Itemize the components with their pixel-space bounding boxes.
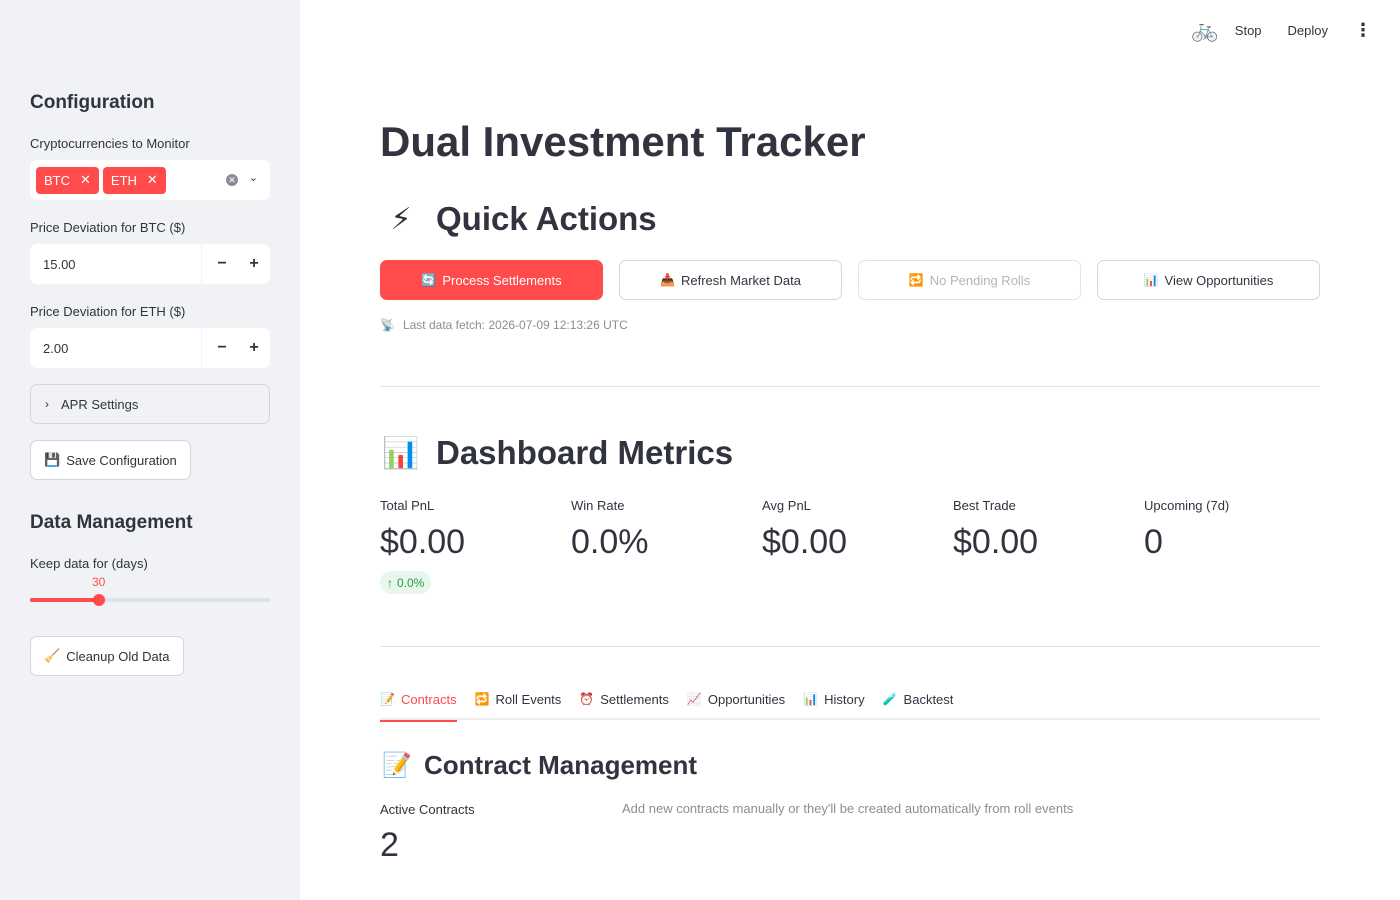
eth-deviation-value[interactable]: 2.00 (30, 341, 201, 356)
inbox-tray-icon: 📥 (660, 273, 675, 287)
metric-win-rate: Win Rate 0.0% (571, 498, 649, 561)
page-title: Dual Investment Tracker (380, 118, 866, 165)
configuration-heading: Configuration (30, 92, 155, 113)
eth-deviation-input: 2.00 − + (30, 328, 270, 368)
repeat-icon: 🔁 (474, 692, 490, 706)
no-pending-rolls-button[interactable]: 🔁 No Pending Rolls (858, 260, 1081, 300)
keep-days-slider[interactable] (30, 594, 270, 606)
cryptos-label: Cryptocurrencies to Monitor (30, 136, 190, 151)
crypto-multiselect[interactable]: BTC ✕ ETH ✕ ✕ ⌄ (30, 160, 270, 200)
btc-deviation-value[interactable]: 15.00 (30, 257, 201, 272)
metric-total-pnl: Total PnL $0.00 (380, 498, 466, 561)
clear-all-icon[interactable]: ✕ (226, 174, 238, 186)
line-chart-icon: 📈 (686, 692, 702, 706)
cleanup-old-data-button[interactable]: 🧹 Cleanup Old Data (30, 636, 184, 676)
divider (380, 386, 1320, 387)
broom-icon: 🧹 (44, 648, 61, 663)
metric-upcoming: Upcoming (7d) 0 (1144, 498, 1230, 561)
sidebar: Configuration Cryptocurrencies to Monito… (0, 0, 300, 900)
last-fetch-caption: 📡 Last data fetch: 2026-07-09 12:13:26 U… (380, 318, 628, 332)
floppy-disk-icon: 💾 (44, 452, 61, 467)
contracts-hint: Add new contracts manually or they'll be… (622, 801, 1074, 816)
btc-deviation-label: Price Deviation for BTC ($) (30, 220, 186, 235)
active-contracts-value: 2 (380, 826, 399, 864)
total-pnl-delta-badge: ↑ 0.0% (380, 571, 432, 594)
divider (380, 646, 1320, 647)
tag-eth: ETH ✕ (102, 166, 166, 194)
apr-settings-expander[interactable]: › APR Settings (30, 384, 270, 424)
save-configuration-button[interactable]: 💾 Save Configuration (30, 440, 191, 480)
btc-decrement-button[interactable]: − (206, 255, 238, 273)
remove-btc-icon[interactable]: ✕ (80, 172, 91, 188)
tab-roll-events[interactable]: 🔁 Roll Events (475, 686, 562, 720)
btc-increment-button[interactable]: + (238, 255, 270, 273)
contract-management-heading: 📝 Contract Management (380, 750, 697, 781)
quick-actions-heading: ⚡ Quick Actions (380, 200, 656, 238)
slider-fill (30, 598, 99, 602)
metric-avg-pnl: Avg PnL $0.00 (762, 498, 848, 561)
metric-best-trade: Best Trade $0.00 (953, 498, 1039, 561)
tab-contracts[interactable]: 📝 Contracts (380, 686, 457, 722)
test-tube-icon: 🧪 (882, 692, 898, 706)
keep-days-value: 30 (92, 575, 106, 589)
slider-thumb[interactable] (93, 594, 105, 606)
dashboard-metrics-heading: 📊 Dashboard Metrics (380, 434, 733, 472)
apr-settings-label: APR Settings (61, 396, 139, 412)
main-content: Dual Investment Tracker ⚡ Quick Actions … (300, 0, 1400, 900)
arrows-cycle-icon: 🔄 (421, 273, 437, 287)
bar-chart-icon: 📊 (803, 692, 819, 706)
view-opportunities-button[interactable]: 📊 View Opportunities (1097, 260, 1320, 300)
chevron-right-icon: › (45, 397, 49, 411)
tab-bar: 📝 Contracts 🔁 Roll Events ⏰ Settlements … (380, 686, 1320, 722)
active-contracts-label: Active Contracts (380, 802, 475, 817)
refresh-market-data-button[interactable]: 📥 Refresh Market Data (619, 260, 842, 300)
btc-deviation-input: 15.00 − + (30, 244, 270, 284)
remove-eth-icon[interactable]: ✕ (147, 172, 158, 188)
tab-settlements[interactable]: ⏰ Settlements (579, 686, 669, 720)
chevron-down-icon[interactable]: ⌄ (249, 171, 258, 184)
satellite-icon: 📡 (380, 318, 395, 332)
keep-days-label: Keep data for (days) (30, 556, 148, 571)
memo-icon: 📝 (382, 752, 412, 779)
memo-icon: 📝 (380, 692, 395, 706)
bar-chart-icon: 📊 (1143, 273, 1159, 287)
bar-chart-icon: 📊 (382, 436, 420, 470)
tab-backtest[interactable]: 🧪 Backtest (883, 686, 954, 720)
repeat-icon: 🔁 (908, 273, 924, 287)
tab-opportunities[interactable]: 📈 Opportunities (687, 686, 785, 720)
eth-decrement-button[interactable]: − (206, 339, 238, 357)
eth-increment-button[interactable]: + (238, 339, 270, 357)
tab-history[interactable]: 📊 History (803, 686, 864, 720)
data-management-heading: Data Management (30, 512, 193, 533)
eth-deviation-label: Price Deviation for ETH ($) (30, 304, 186, 319)
alarm-clock-icon: ⏰ (579, 692, 595, 706)
arrow-up-icon: ↑ (387, 575, 393, 590)
tag-btc: BTC ✕ (36, 166, 99, 194)
process-settlements-button[interactable]: 🔄 Process Settlements (380, 260, 603, 300)
lightning-icon: ⚡ (390, 202, 412, 236)
